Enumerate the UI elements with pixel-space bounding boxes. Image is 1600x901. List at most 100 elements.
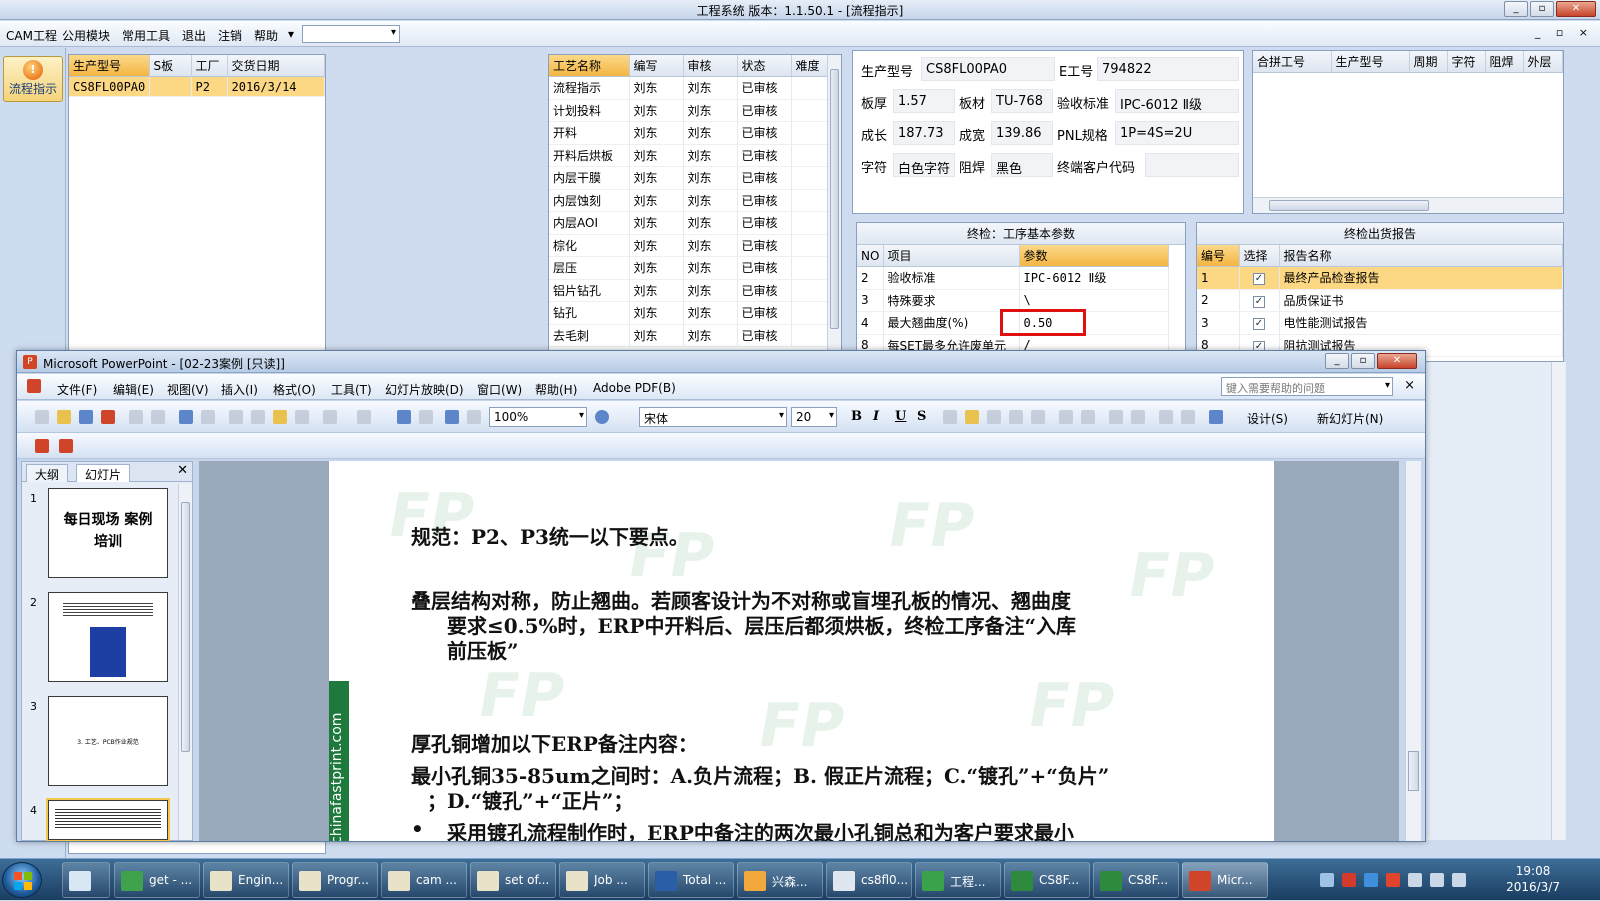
col-item[interactable]: 项目 — [883, 245, 1020, 267]
col-prod-model[interactable]: 生产型号 — [69, 55, 150, 77]
table-icon[interactable] — [419, 410, 433, 424]
increase-indent-icon[interactable] — [1181, 410, 1195, 424]
table-row[interactable]: 层压 刘东 刘东 已审核 — [549, 256, 829, 280]
taskbar-task[interactable]: Engin... — [203, 862, 289, 898]
taskbar-task[interactable]: Micr... — [1182, 862, 1268, 898]
col-select[interactable]: 选择 — [1239, 245, 1280, 267]
new-icon[interactable] — [35, 410, 49, 424]
ppt-doc-icon[interactable] — [27, 379, 41, 393]
pane-close-icon[interactable]: ✕ — [177, 463, 188, 478]
flow-instruction-button[interactable]: ! 流程指示 — [3, 56, 63, 102]
italic-button[interactable]: I — [873, 409, 879, 424]
scroll-thumb[interactable] — [181, 502, 190, 752]
table-row[interactable]: 内层蚀刻 刘东 刘东 已审核 — [549, 189, 829, 212]
doc-close-icon[interactable]: × — [1404, 378, 1415, 393]
research-icon[interactable] — [201, 410, 215, 424]
col-process-name[interactable]: 工艺名称 — [549, 55, 630, 77]
col-reviewer[interactable]: 审核 — [683, 55, 738, 77]
copy-icon[interactable] — [251, 410, 265, 424]
help-search-input[interactable]: 键入需要帮助的问题 — [1221, 377, 1393, 396]
decrease-indent-icon[interactable] — [1159, 410, 1173, 424]
width-field[interactable]: 139.86 — [991, 121, 1053, 145]
ppt-menu-tools[interactable]: 工具(T) — [331, 381, 372, 398]
font-select[interactable]: 宋体 — [639, 407, 787, 427]
ppt-menu-slideshow[interactable]: 幻灯片放映(D) — [385, 381, 464, 398]
volume-icon[interactable] — [1452, 873, 1466, 887]
table-row[interactable]: 3 ✓ 电性能测试报告 — [1197, 311, 1563, 335]
report-checkbox[interactable]: ✓ — [1253, 318, 1265, 331]
col-report-name[interactable]: 报告名称 — [1279, 245, 1563, 267]
table-row[interactable]: 计划投料 刘东 刘东 已审核 — [549, 99, 829, 122]
permission-icon[interactable] — [101, 410, 115, 424]
tab-slides[interactable]: 幻灯片 — [76, 464, 131, 482]
close-icon[interactable]: ✕ — [1556, 1, 1596, 17]
slide-thumb-2[interactable] — [48, 592, 168, 682]
maximize-icon[interactable]: ▫ — [1351, 353, 1375, 369]
font-color-icon[interactable] — [1209, 410, 1223, 424]
pnl-field[interactable]: 1P=4S=2U — [1115, 121, 1239, 145]
justify-icon[interactable] — [1009, 410, 1023, 424]
col-status[interactable]: 状态 — [737, 55, 792, 77]
current-slide[interactable]: FP FP FP FP FP FP FP chinafastprint.com … — [329, 461, 1274, 841]
ppt-menu-file[interactable]: 文件(F) — [57, 381, 97, 398]
mdi-window-controls[interactable]: _ ▫ × — [1535, 26, 1594, 39]
grid-icon[interactable] — [467, 410, 481, 424]
taskbar-task[interactable]: set of... — [470, 862, 556, 898]
save-icon[interactable] — [79, 410, 93, 424]
tab-outline[interactable]: 大纲 — [26, 464, 69, 482]
maximize-icon[interactable]: ▫ — [1530, 1, 1554, 17]
align-left-icon[interactable] — [943, 410, 957, 424]
scroll-thumb[interactable] — [1408, 751, 1419, 791]
taskbar-task[interactable]: get - ... — [114, 862, 200, 898]
col-report-no[interactable]: 编号 — [1197, 245, 1240, 267]
ppt-menu-format[interactable]: 格式(O) — [273, 381, 316, 398]
taskbar-task[interactable]: Job ... — [559, 862, 645, 898]
col-cycle[interactable]: 周期 — [1409, 51, 1448, 73]
taskbar-task[interactable]: cs8fl0... — [826, 862, 912, 898]
pdf-email-icon[interactable] — [59, 439, 73, 453]
design-button[interactable]: 设计(S) — [1247, 410, 1288, 427]
chart-icon[interactable] — [397, 410, 411, 424]
underline-button[interactable]: U — [895, 409, 906, 424]
slides-pane-scrollbar[interactable] — [178, 484, 192, 840]
tray-app-icon[interactable] — [1342, 873, 1356, 887]
help-icon[interactable] — [595, 410, 609, 424]
menu-common-module[interactable]: 公用模块 — [62, 27, 110, 44]
redo-icon[interactable] — [357, 410, 371, 424]
tray-app-icon[interactable] — [1364, 873, 1378, 887]
merge-hscrollbar[interactable] — [1253, 197, 1563, 213]
taskbar-task[interactable]: 兴森... — [737, 862, 823, 898]
table-row[interactable]: 内层干膜 刘东 刘东 已审核 — [549, 166, 829, 190]
table-row[interactable]: 钻孔 刘东 刘东 已审核 — [549, 301, 829, 325]
slide-thumb-1[interactable]: 每日现场 案例培训 — [48, 488, 168, 578]
background-scrollbar[interactable] — [1551, 362, 1565, 840]
taskbar-task[interactable]: 工程... — [915, 862, 1001, 898]
col-s-board[interactable]: S板 — [149, 55, 192, 77]
col-author[interactable]: 编写 — [629, 55, 684, 77]
table-row[interactable]: 流程指示 刘东 刘东 已审核 — [549, 76, 829, 100]
zoom-select[interactable]: 100% — [489, 407, 587, 427]
col-merge-no[interactable]: 合拼工号 — [1253, 51, 1332, 73]
char-field[interactable]: 白色字符 — [893, 153, 955, 177]
print-icon[interactable] — [129, 410, 143, 424]
table-row[interactable]: 开料后烘板 刘东 刘东 已审核 — [549, 144, 829, 167]
start-button[interactable] — [2, 862, 42, 898]
align-center-icon[interactable] — [965, 410, 979, 424]
menu-logout[interactable]: 注销 — [218, 27, 242, 44]
slide-scrollbar[interactable] — [1405, 461, 1421, 841]
minimize-icon[interactable]: _ — [1504, 1, 1528, 17]
bold-button[interactable]: B — [851, 409, 862, 424]
cut-icon[interactable] — [229, 410, 243, 424]
e-no-field[interactable]: 794822 — [1097, 57, 1239, 81]
ppt-menu-insert[interactable]: 插入(I) — [221, 381, 258, 398]
columns-icon[interactable] — [1031, 410, 1045, 424]
decrease-font-icon[interactable] — [1131, 410, 1145, 424]
table-row[interactable]: 内层AOI 刘东 刘东 已审核 — [549, 211, 829, 235]
table-row[interactable]: CS8FL00PA0 P2 2016/3/14 — [69, 76, 325, 97]
table-row[interactable]: 开料 刘东 刘东 已审核 — [549, 121, 829, 145]
tray-up-icon[interactable] — [1320, 873, 1334, 887]
mask-field[interactable]: 黑色 — [991, 153, 1053, 177]
font-size-select[interactable]: 20 — [791, 407, 837, 427]
align-right-icon[interactable] — [987, 410, 1001, 424]
network-icon[interactable] — [1430, 873, 1444, 887]
